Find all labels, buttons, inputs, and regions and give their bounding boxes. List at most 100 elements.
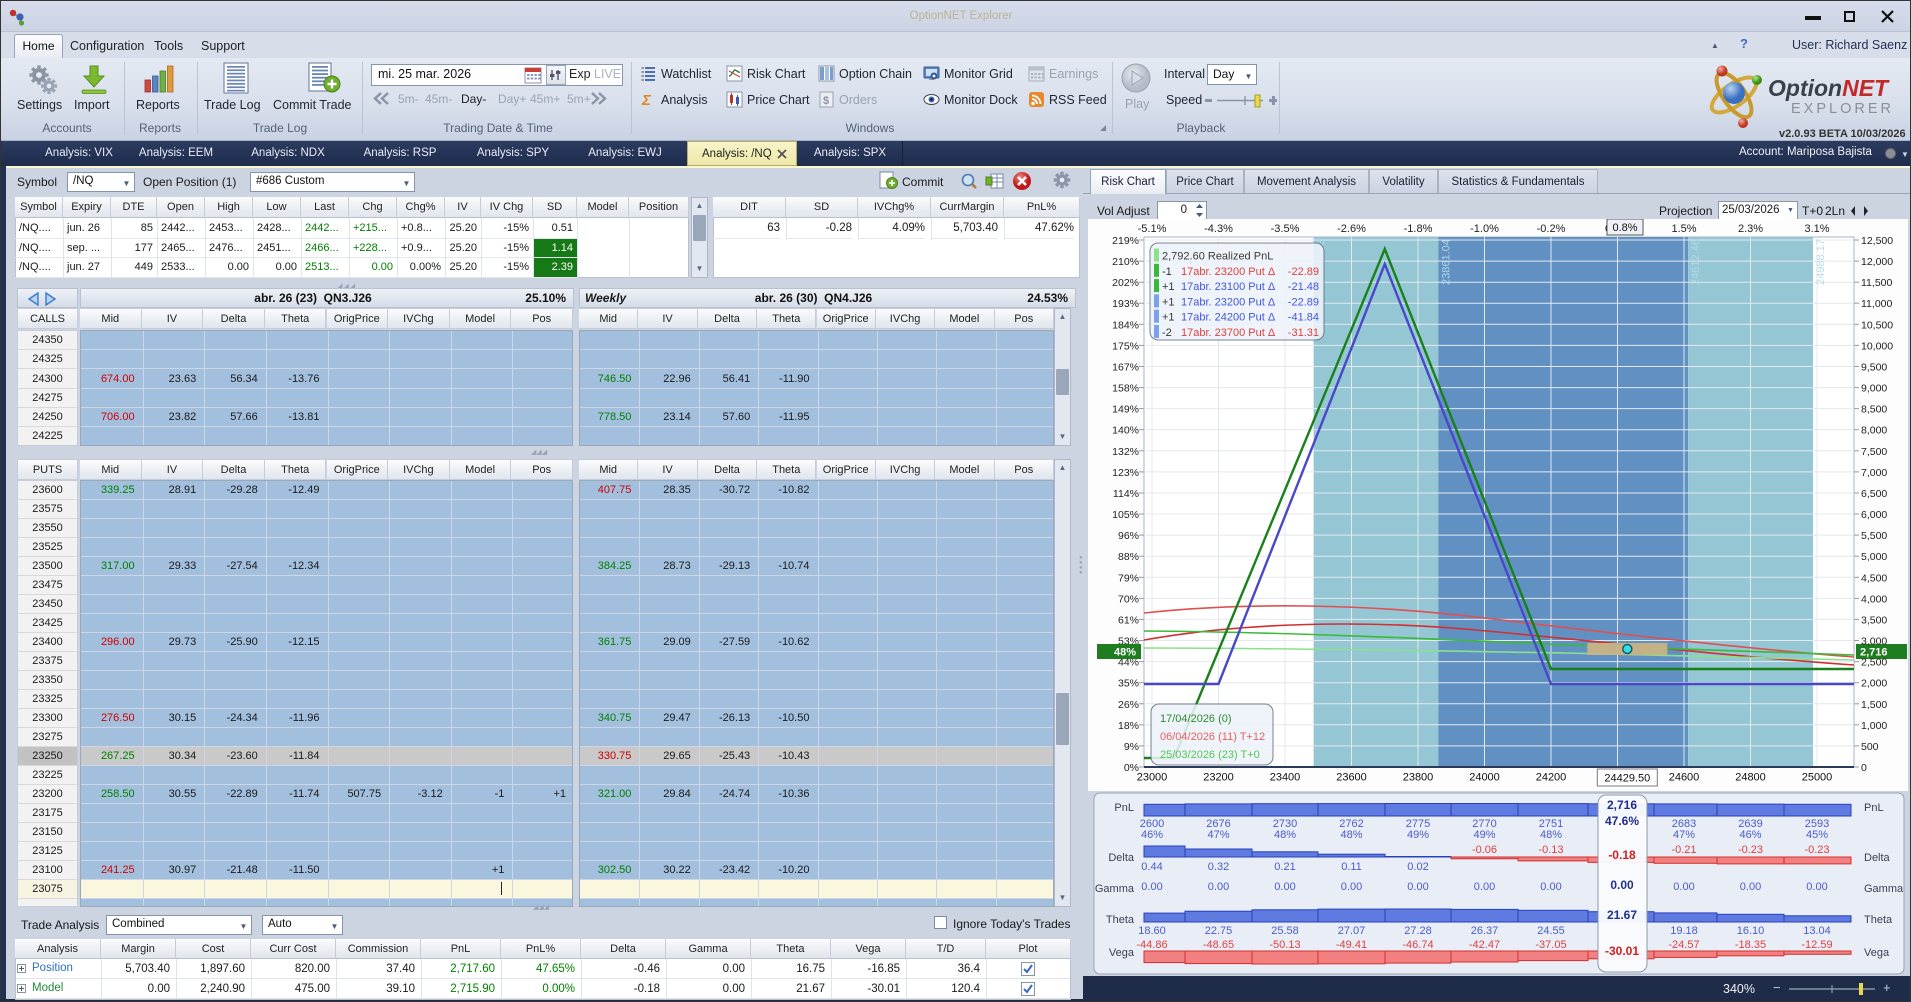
svg-text:17abr. 23200 Put Δ: 17abr. 23200 Put Δ [1181,266,1276,278]
svg-text:0.21: 0.21 [1274,861,1295,873]
svg-text:210%: 210% [1112,256,1139,268]
svg-text:48%: 48% [1540,829,1562,841]
svg-text:0: 0 [1861,762,1867,774]
svg-text:-21.48: -21.48 [1288,281,1319,293]
svg-text:0.00: 0.00 [1208,881,1229,893]
svg-text:-2: -2 [1162,327,1172,339]
svg-text:PnL: PnL [1864,802,1884,814]
svg-text:12,500: 12,500 [1861,235,1893,247]
svg-text:0.00: 0.00 [1740,881,1761,893]
svg-text:13.04: 13.04 [1803,925,1831,937]
svg-text:2,792.60 Realized PnL: 2,792.60 Realized PnL [1162,251,1273,263]
svg-text:24612.46: 24612.46 [1690,239,1702,285]
svg-text:Gamma: Gamma [1095,883,1135,895]
svg-text:17abr. 23700 Put Δ: 17abr. 23700 Put Δ [1181,327,1276,339]
svg-text:8,500: 8,500 [1861,404,1887,416]
svg-text:24000: 24000 [1469,772,1500,784]
svg-text:-31.31: -31.31 [1288,327,1319,339]
svg-text:0.00: 0.00 [1610,878,1634,892]
svg-text:132%: 132% [1112,446,1139,458]
svg-text:70%: 70% [1118,593,1139,605]
svg-text:-0.13: -0.13 [1538,844,1563,856]
svg-text:27.07: 27.07 [1338,925,1366,937]
svg-text:184%: 184% [1112,319,1139,331]
svg-text:21.67: 21.67 [1607,908,1637,922]
svg-text:167%: 167% [1112,362,1139,374]
svg-text:-0.06: -0.06 [1472,844,1497,856]
svg-text:+1: +1 [1162,281,1175,293]
svg-text:500: 500 [1861,741,1879,753]
svg-text:-42.47: -42.47 [1469,939,1500,951]
svg-text:Delta: Delta [1108,852,1135,864]
svg-text:-1: -1 [1162,266,1172,278]
svg-text:23800: 23800 [1403,772,1434,784]
svg-text:0.00: 0.00 [1806,881,1827,893]
svg-text:23400: 23400 [1270,772,1301,784]
svg-text:0.00: 0.00 [1474,881,1495,893]
svg-text:48%: 48% [1340,829,1362,841]
svg-text:22.75: 22.75 [1205,925,1233,937]
svg-text:5,000: 5,000 [1861,551,1887,563]
svg-text:0.00: 0.00 [1407,881,1428,893]
svg-text:24800: 24800 [1735,772,1766,784]
svg-text:18%: 18% [1118,720,1139,732]
svg-text:Gamma: Gamma [1864,883,1904,895]
svg-text:-50.13: -50.13 [1269,939,1300,951]
svg-text:24600: 24600 [1669,772,1700,784]
svg-text:140%: 140% [1112,425,1139,437]
svg-text:-0.2%: -0.2% [1537,223,1566,235]
svg-text:-0.18: -0.18 [1608,848,1636,862]
svg-text:18.60: 18.60 [1138,925,1166,937]
svg-text:105%: 105% [1112,509,1139,521]
svg-text:Vega: Vega [1109,947,1135,959]
svg-text:25000: 25000 [1802,772,1833,784]
svg-text:0.02: 0.02 [1407,861,1428,873]
svg-text:11,500: 11,500 [1861,277,1892,289]
svg-text:-3.5%: -3.5% [1271,223,1300,235]
svg-text:10,500: 10,500 [1861,319,1893,331]
svg-text:3,000: 3,000 [1861,636,1887,648]
svg-text:96%: 96% [1118,530,1139,542]
svg-text:0.44: 0.44 [1141,861,1162,873]
svg-text:-49.41: -49.41 [1336,939,1367,951]
svg-text:12,000: 12,000 [1861,256,1893,268]
svg-text:25.58: 25.58 [1271,925,1299,937]
svg-text:23200: 23200 [1203,772,1234,784]
svg-text:17abr. 23100 Put Δ: 17abr. 23100 Put Δ [1181,281,1276,293]
svg-text:-0.23: -0.23 [1738,844,1763,856]
svg-text:24200: 24200 [1536,772,1567,784]
svg-text:9%: 9% [1124,741,1139,753]
svg-text:-46.74: -46.74 [1402,939,1433,951]
svg-text:46%: 46% [1739,829,1761,841]
svg-text:88%: 88% [1118,551,1139,563]
svg-text:Delta: Delta [1864,852,1891,864]
svg-text:4,000: 4,000 [1861,593,1887,605]
svg-text:27.28: 27.28 [1404,925,1432,937]
svg-text:-0.21: -0.21 [1671,844,1696,856]
svg-text:49%: 49% [1407,829,1429,841]
svg-text:0.11: 0.11 [1341,861,1362,873]
svg-text:-1.0%: -1.0% [1470,223,1499,235]
svg-text:23600: 23600 [1336,772,1367,784]
svg-text:45%: 45% [1806,829,1828,841]
svg-text:46%: 46% [1141,829,1163,841]
svg-text:9,500: 9,500 [1861,362,1887,374]
svg-text:1,500: 1,500 [1861,699,1887,711]
svg-text:0.8%: 0.8% [1612,222,1637,234]
svg-text:7,000: 7,000 [1861,467,1887,479]
svg-text:-37.05: -37.05 [1535,939,1566,951]
svg-text:24429.50: 24429.50 [1604,773,1650,785]
svg-text:PnL: PnL [1114,802,1134,814]
svg-text:-24.57: -24.57 [1668,939,1699,951]
svg-text:25/03/2026 (23) T+0: 25/03/2026 (23) T+0 [1160,749,1260,761]
svg-text:19.18: 19.18 [1670,925,1698,937]
svg-text:$: $ [823,95,829,107]
svg-text:10,000: 10,000 [1861,340,1893,352]
svg-text:2,500: 2,500 [1861,657,1887,669]
svg-text:-22.89: -22.89 [1288,266,1319,278]
svg-text:35%: 35% [1118,678,1139,690]
svg-text:Theta: Theta [1864,914,1893,926]
svg-text:+1: +1 [1162,312,1175,324]
svg-text:-5.1%: -5.1% [1138,223,1167,235]
svg-text:5,500: 5,500 [1861,530,1887,542]
